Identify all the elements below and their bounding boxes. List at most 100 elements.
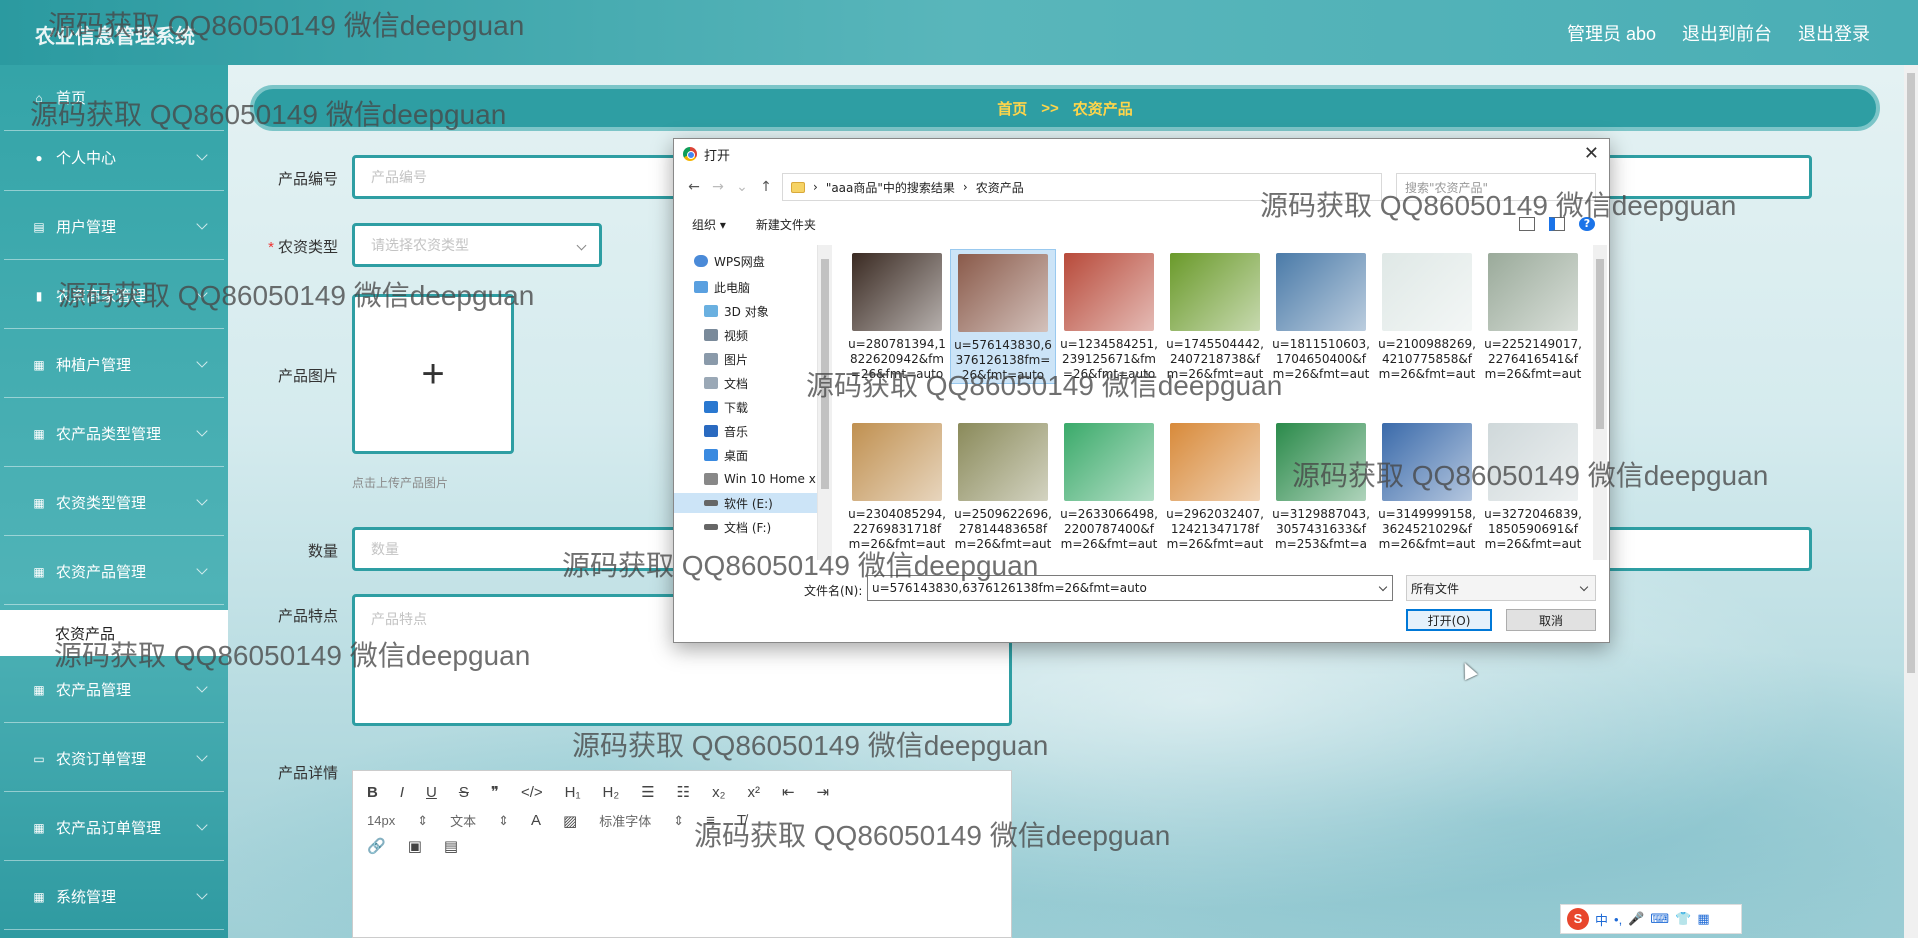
text-style-select[interactable]: 文本	[450, 811, 476, 830]
file-tile[interactable]: u=2100988269, 4210775858&f m=26&fmt=aut	[1374, 249, 1480, 382]
sidebar-item-farm-product-management[interactable]: ▦ 农产品管理	[4, 657, 224, 723]
sidebar-item-user-management[interactable]: ▤ 用户管理	[4, 194, 224, 260]
sidebar-item-supply-order-management[interactable]: ▭ 农资订单管理	[4, 726, 224, 792]
file-tile[interactable]: u=2509622696, 27814483658f m=26&fmt=aut	[950, 419, 1056, 552]
font-color-icon[interactable]: A	[531, 812, 541, 829]
outdent-icon[interactable]: ⇤	[782, 783, 795, 801]
file-type-select[interactable]: 所有文件	[1406, 575, 1596, 601]
address-bar[interactable]: › "aaa商品"中的搜索结果 › 农资产品	[782, 173, 1382, 201]
sidebar-item-supply-product-management[interactable]: ▦ 农资产品管理	[4, 539, 224, 605]
new-folder-button[interactable]: 新建文件夹	[756, 216, 816, 233]
cancel-button[interactable]: 取消	[1506, 609, 1596, 631]
tree-item-desktop[interactable]: 桌面	[704, 445, 748, 465]
sidebar-item-product-type-management[interactable]: ▦ 农产品类型管理	[4, 401, 224, 467]
ime-toolbar[interactable]: S 中 •, 🎤 ⌨ 👕 ▦	[1560, 904, 1742, 934]
tree-item-drive-e[interactable]: 软件 (E:)	[674, 493, 817, 513]
help-icon[interactable]: ?	[1579, 217, 1595, 231]
tree-item-music[interactable]: 音乐	[704, 421, 748, 441]
chevron-down-icon[interactable]: ⌄	[730, 179, 754, 195]
video-icon[interactable]: ▤	[444, 837, 458, 855]
dialog-search-input[interactable]: 搜索"农资产品"	[1396, 173, 1596, 201]
file-grid-scrollbar-thumb[interactable]	[1596, 259, 1604, 429]
file-tile[interactable]: u=2252149017, 2276416541&f m=26&fmt=aut	[1480, 249, 1584, 382]
file-tile[interactable]: u=2633066498, 2200787400&f m=26&fmt=aut	[1056, 419, 1162, 552]
file-tile[interactable]: u=1811510603, 1704650400&f m=26&fmt=aut	[1268, 249, 1374, 382]
background-color-icon[interactable]: ▨	[563, 812, 577, 830]
punctuation-icon[interactable]: •,	[1614, 912, 1622, 927]
page-scrollbar-thumb[interactable]	[1907, 73, 1915, 673]
breadcrumb-home-link[interactable]: 首页	[997, 98, 1027, 119]
ime-mode-label[interactable]: 中	[1595, 910, 1608, 929]
tree-item-video[interactable]: 视频	[704, 325, 748, 345]
strikethrough-icon[interactable]: S	[459, 784, 469, 801]
file-grid-scrollbar[interactable]	[1593, 245, 1607, 560]
chevron-down-icon[interactable]	[1378, 582, 1388, 592]
tree-item-3d[interactable]: 3D 对象	[704, 301, 769, 321]
view-mode-icon[interactable]	[1519, 217, 1535, 231]
page-scrollbar[interactable]	[1904, 65, 1918, 938]
tree-item-this-pc[interactable]: 此电脑	[694, 277, 750, 297]
sidebar-item-personal-center[interactable]: ● 个人中心	[4, 125, 224, 191]
address-segment-search[interactable]: "aaa商品"中的搜索结果	[826, 179, 955, 196]
image-icon[interactable]: ▣	[408, 837, 422, 855]
clear-format-icon[interactable]: T̸	[737, 812, 746, 829]
sidebar-subitem-supply-product[interactable]: 农资产品	[0, 610, 228, 656]
ordered-list-icon[interactable]: ☰	[641, 783, 654, 801]
bold-icon[interactable]: B	[367, 784, 378, 801]
sidebar-item-home[interactable]: ⌂ 首页	[4, 65, 224, 131]
file-tile[interactable]: u=280781394,1 822620942&fm =26&fmt=auto	[844, 249, 950, 382]
file-tile[interactable]: u=1745504442, 2407218738&f m=26&fmt=aut	[1162, 249, 1268, 382]
underline-icon[interactable]: U	[426, 784, 437, 801]
supply-type-select[interactable]: 请选择农资类型	[352, 223, 602, 267]
exit-to-front-link[interactable]: 退出到前台	[1682, 20, 1772, 46]
toolbox-icon[interactable]: ▦	[1697, 911, 1709, 927]
subscript-icon[interactable]: x₂	[712, 784, 725, 801]
file-tile[interactable]: u=3272046839, 1850590691&f m=26&fmt=aut	[1480, 419, 1584, 552]
italic-icon[interactable]: I	[400, 784, 404, 801]
folder-tree-scrollbar[interactable]	[818, 245, 832, 560]
superscript-icon[interactable]: x²	[747, 784, 760, 801]
close-icon[interactable]: ✕	[1584, 143, 1599, 164]
admin-user-link[interactable]: 管理员 abo	[1567, 20, 1656, 46]
indent-icon[interactable]: ⇥	[817, 783, 830, 801]
keyboard-icon[interactable]: ⌨	[1650, 911, 1669, 927]
folder-tree-scrollbar-thumb[interactable]	[821, 259, 829, 489]
sidebar-item-merchant-management[interactable]: ▮ 农资商家管理	[4, 263, 224, 329]
open-button[interactable]: 打开(O)	[1406, 609, 1492, 631]
font-size-select[interactable]: 14px	[367, 813, 395, 828]
bullet-list-icon[interactable]: ☷	[677, 783, 690, 801]
tree-item-drive-f[interactable]: 文档 (F:)	[704, 517, 771, 537]
skin-icon[interactable]: 👕	[1675, 911, 1691, 927]
preview-pane-icon[interactable]	[1549, 217, 1565, 231]
up-arrow-icon[interactable]: ↑	[754, 179, 778, 195]
sidebar-item-supply-type-management[interactable]: ▦ 农资类型管理	[4, 470, 224, 536]
image-upload-box[interactable]: +	[352, 294, 514, 454]
sidebar-item-system-management[interactable]: ▦ 系统管理	[4, 864, 224, 930]
organize-button[interactable]: 组织 ▾	[692, 216, 726, 233]
file-tile[interactable]: u=2962032407, 12421347178f m=26&fmt=aut	[1162, 419, 1268, 552]
heading2-icon[interactable]: H₂	[603, 784, 620, 801]
file-tile[interactable]: u=3149999158, 3624521029&f m=26&fmt=aut	[1374, 419, 1480, 552]
sidebar-item-farm-order-management[interactable]: ▦ 农产品订单管理	[4, 795, 224, 861]
filename-input[interactable]: u=576143830,6376126138fm=26&fmt=auto	[867, 575, 1393, 601]
logout-link[interactable]: 退出登录	[1798, 20, 1870, 46]
file-tile[interactable]: u=2304085294, 22769831718f m=26&fmt=aut	[844, 419, 950, 552]
tree-item-drive-c[interactable]: Win 10 Home x	[704, 469, 816, 489]
tree-item-wps[interactable]: WPS网盘	[694, 251, 765, 271]
link-icon[interactable]: 🔗	[367, 837, 386, 855]
heading1-icon[interactable]: H₁	[565, 784, 581, 801]
file-tile[interactable]: u=1234584251, 239125671&fm =26&fmt=auto	[1056, 249, 1162, 382]
address-segment-folder[interactable]: 农资产品	[976, 179, 1024, 196]
forward-arrow-icon[interactable]: →	[706, 179, 730, 195]
file-tile-selected[interactable]: u=576143830,6 376126138fm= 26&fmt=auto	[950, 249, 1056, 384]
back-arrow-icon[interactable]: ←	[682, 179, 706, 195]
blockquote-icon[interactable]: ❞	[491, 783, 499, 801]
tree-item-pictures[interactable]: 图片	[704, 349, 748, 369]
align-icon[interactable]: ≡	[706, 812, 715, 829]
rich-text-editor[interactable]: B I U S ❞ </> H₁ H₂ ☰ ☷ x₂ x² ⇤ ⇥ 14px ⇕…	[352, 770, 1012, 938]
microphone-icon[interactable]: 🎤	[1628, 911, 1644, 927]
sidebar-item-grower-management[interactable]: ▦ 种植户管理	[4, 332, 224, 398]
code-icon[interactable]: </>	[521, 784, 543, 801]
file-tile[interactable]: u=3129887043, 3057431633&f m=253&fmt=a	[1268, 419, 1374, 552]
font-family-select[interactable]: 标准字体	[599, 811, 651, 830]
